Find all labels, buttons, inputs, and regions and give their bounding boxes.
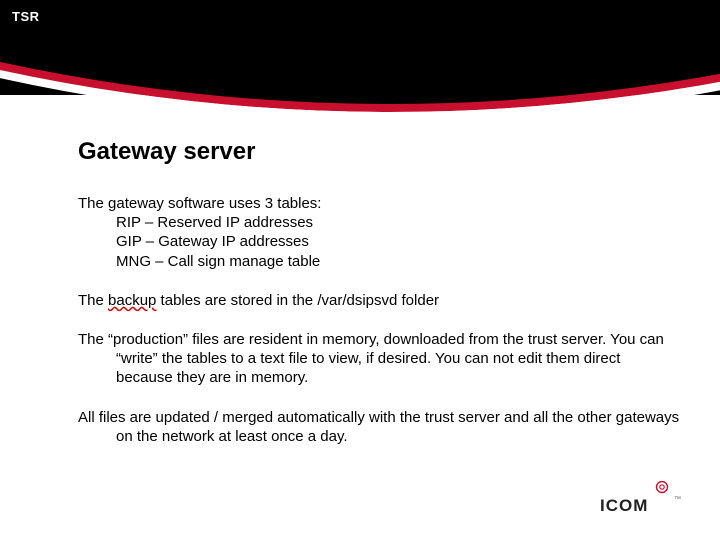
slide: TSR Gateway server The gateway software … [0, 0, 720, 540]
text: The “production” files are resident in m… [78, 330, 680, 388]
backup-line: The backup tables are stored in the /var… [78, 291, 680, 310]
brand-label: TSR [12, 9, 40, 24]
update-paragraph: All files are updated / merged automatic… [78, 408, 680, 446]
svg-text:™: ™ [674, 496, 681, 503]
table-item: RIP – Reserved IP addresses [78, 213, 680, 232]
slide-title: Gateway server [78, 138, 680, 166]
table-item: GIP – Gateway IP addresses [78, 232, 680, 251]
table-item: MNG – Call sign manage table [78, 252, 680, 271]
content-area: Gateway server The gateway software uses… [78, 138, 680, 466]
underlined-word: backup [108, 292, 156, 309]
icom-logo-icon: ICOM ™ [594, 481, 684, 517]
intro-text: The gateway software uses 3 tables: [78, 194, 680, 213]
intro-block: The gateway software uses 3 tables: RIP … [78, 194, 680, 271]
production-paragraph: The “production” files are resident in m… [78, 330, 680, 388]
svg-text:ICOM: ICOM [600, 496, 648, 515]
text: tables are stored in the /var/dsipsvd fo… [156, 292, 439, 309]
text: All files are updated / merged automatic… [78, 408, 680, 446]
footer-logo: ICOM ™ [594, 481, 684, 522]
text: The [78, 292, 108, 309]
